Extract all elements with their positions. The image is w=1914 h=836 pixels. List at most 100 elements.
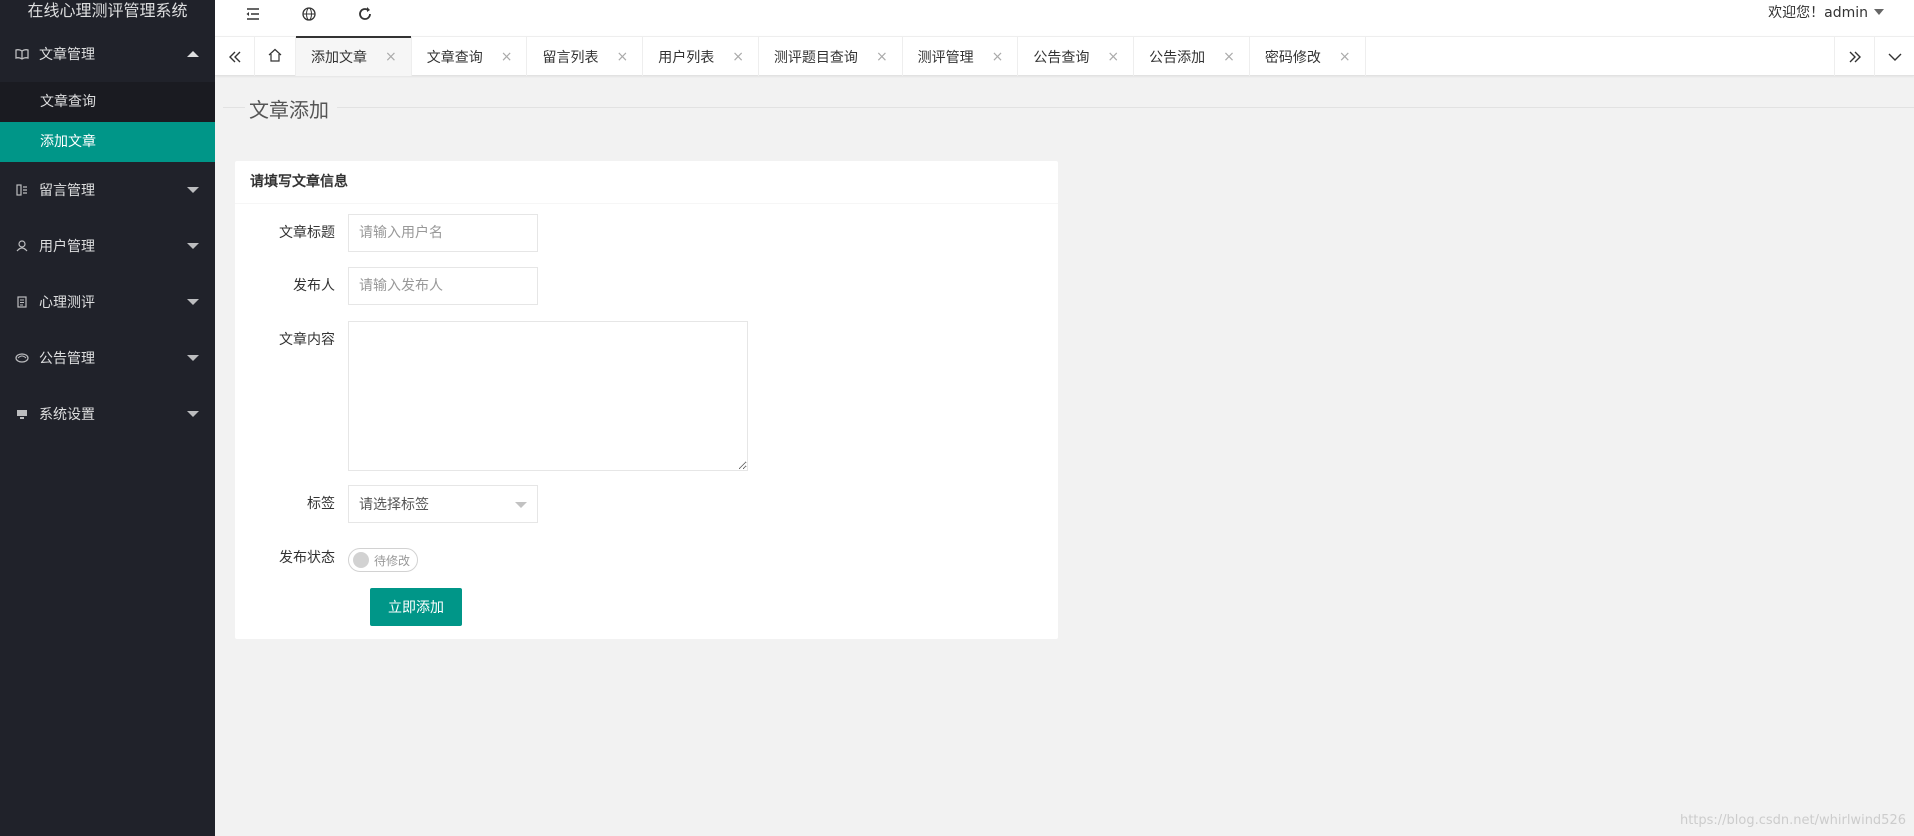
clipboard-icon	[14, 294, 30, 310]
tab-question-query[interactable]: 测评题目查询 ×	[759, 37, 903, 76]
tab-password-change[interactable]: 密码修改 ×	[1250, 37, 1366, 76]
close-icon[interactable]: ×	[616, 49, 628, 65]
menu-group-article: 文章管理 文章查询 添加文章	[0, 26, 215, 162]
message-icon	[14, 182, 30, 198]
tab-scroll-left-icon[interactable]	[215, 37, 255, 76]
tag-select-value: 请选择标签	[359, 497, 429, 513]
menu-item-system-settings[interactable]: 系统设置	[0, 386, 215, 442]
tab-scroll-right-icon[interactable]	[1834, 37, 1874, 76]
tag-label: 标签	[307, 496, 335, 512]
chevron-up-icon	[187, 51, 199, 57]
card-title: 请填写文章信息	[235, 161, 1058, 204]
menu-group-message: 留言管理	[0, 162, 215, 218]
menu-item-label: 公告管理	[39, 351, 95, 367]
menu-group-assessment: 心理测评	[0, 274, 215, 330]
close-icon[interactable]: ×	[501, 49, 513, 65]
title-label: 文章标题	[279, 225, 335, 241]
refresh-icon[interactable]	[345, 0, 385, 28]
tab-label: 添加文章	[311, 49, 367, 66]
chevron-down-icon	[515, 502, 527, 508]
menu-fold-icon[interactable]	[233, 0, 273, 28]
sidebar-item-article-query[interactable]: 文章查询	[0, 82, 215, 122]
menu-item-label: 留言管理	[39, 183, 95, 199]
main-content: 文章添加 请填写文章信息 文章标题 发布人 文章内容 标签 请选择标签 发布状态	[215, 77, 1914, 836]
form-card: 请填写文章信息 文章标题 发布人 文章内容 标签 请选择标签 发布状态 待修改	[235, 161, 1058, 639]
submenu-article: 文章查询 添加文章	[0, 82, 215, 162]
chevron-down-icon	[187, 299, 199, 305]
switch-text: 待修改	[374, 553, 411, 568]
form-row-content: 文章内容	[235, 321, 748, 471]
menu-group-notice: 公告管理	[0, 330, 215, 386]
article-title-input[interactable]	[348, 214, 538, 252]
close-icon[interactable]: ×	[385, 49, 397, 65]
home-icon	[267, 48, 283, 66]
form-row-title: 文章标题	[235, 214, 538, 252]
chevron-down-icon	[187, 411, 199, 417]
tab-notice-add[interactable]: 公告添加 ×	[1134, 37, 1250, 76]
tab-label: 公告添加	[1149, 49, 1206, 66]
user-menu[interactable]: 欢迎您！admin	[1768, 2, 1884, 22]
app-title: 在线心理测评管理系统	[27, 1, 188, 20]
page-title-line: 文章添加	[223, 94, 1914, 123]
menu-item-user-management[interactable]: 用户管理	[0, 218, 215, 274]
close-icon[interactable]: ×	[1107, 49, 1119, 65]
close-icon[interactable]: ×	[1223, 49, 1235, 65]
close-icon[interactable]: ×	[876, 49, 888, 65]
chevron-down-icon	[187, 355, 199, 361]
sidebar: 在线心理测评管理系统 文章管理 文章查询 添加文章 留言管理 用户管理 心理测评…	[0, 0, 215, 836]
author-label: 发布人	[293, 278, 335, 294]
tab-label: 测评管理	[917, 49, 974, 66]
tab-label: 公告查询	[1033, 49, 1090, 66]
menu-item-message-management[interactable]: 留言管理	[0, 162, 215, 218]
tab-notice-query[interactable]: 公告查询 ×	[1018, 37, 1135, 76]
tab-add-article[interactable]: 添加文章 ×	[296, 36, 412, 76]
watermark: https://blog.csdn.net/whirlwind526	[1679, 813, 1906, 828]
chevron-down-icon	[187, 187, 199, 193]
tab-message-list[interactable]: 留言列表 ×	[527, 37, 644, 76]
tab-list: 添加文章 × 文章查询 × 留言列表 × 用户列表 × 测评题目查询 × 测评管…	[255, 36, 1366, 76]
sidebar-item-add-article[interactable]: 添加文章	[0, 122, 215, 162]
tab-label: 测评题目查询	[773, 49, 858, 66]
menu-item-article-management[interactable]: 文章管理	[0, 26, 215, 82]
menu-item-label: 用户管理	[39, 239, 95, 255]
tab-article-query[interactable]: 文章查询 ×	[412, 37, 528, 76]
user-icon	[14, 238, 30, 254]
publish-status-switch[interactable]: 待修改	[348, 548, 418, 572]
close-icon[interactable]: ×	[732, 49, 744, 65]
close-icon[interactable]: ×	[992, 49, 1004, 65]
top-header: 欢迎您！admin	[215, 0, 1914, 36]
status-label: 发布状态	[279, 550, 335, 566]
tab-bar: 添加文章 × 文章查询 × 留言列表 × 用户列表 × 测评题目查询 × 测评管…	[215, 36, 1914, 76]
chevron-down-icon	[187, 243, 199, 249]
close-icon[interactable]: ×	[1339, 49, 1351, 65]
article-content-textarea[interactable]	[348, 321, 748, 471]
book-icon	[14, 46, 30, 62]
tab-label: 留言列表	[542, 49, 599, 66]
welcome-text: 欢迎您！admin	[1768, 5, 1868, 21]
menu-item-label: 心理测评	[39, 295, 95, 311]
tab-options-chevron-down-icon[interactable]	[1874, 37, 1914, 76]
tab-home[interactable]	[255, 37, 296, 76]
tab-label: 文章查询	[426, 49, 483, 66]
menu-group-user: 用户管理	[0, 218, 215, 274]
switch-knob	[353, 552, 369, 568]
submit-button[interactable]: 立即添加	[370, 588, 462, 626]
menu-item-notice-management[interactable]: 公告管理	[0, 330, 215, 386]
tab-label: 用户列表	[658, 49, 715, 66]
menu-item-label: 系统设置	[39, 407, 95, 423]
tab-label: 密码修改	[1264, 49, 1321, 66]
tag-select[interactable]: 请选择标签	[348, 485, 538, 523]
menu-item-psych-assessment[interactable]: 心理测评	[0, 274, 215, 330]
form-row-tag: 标签 请选择标签	[235, 485, 538, 523]
monitor-icon	[14, 406, 30, 422]
content-label: 文章内容	[279, 332, 335, 348]
notice-icon	[14, 350, 30, 366]
globe-icon[interactable]	[289, 0, 329, 28]
tab-user-list[interactable]: 用户列表 ×	[643, 37, 759, 76]
author-input[interactable]	[348, 267, 538, 305]
form-row-status: 发布状态 待修改	[235, 539, 418, 577]
page-title: 文章添加	[245, 94, 337, 123]
tab-assessment-management[interactable]: 测评管理 ×	[903, 37, 1019, 76]
menu-item-label: 文章管理	[39, 47, 95, 63]
menu-group-settings: 系统设置	[0, 386, 215, 442]
